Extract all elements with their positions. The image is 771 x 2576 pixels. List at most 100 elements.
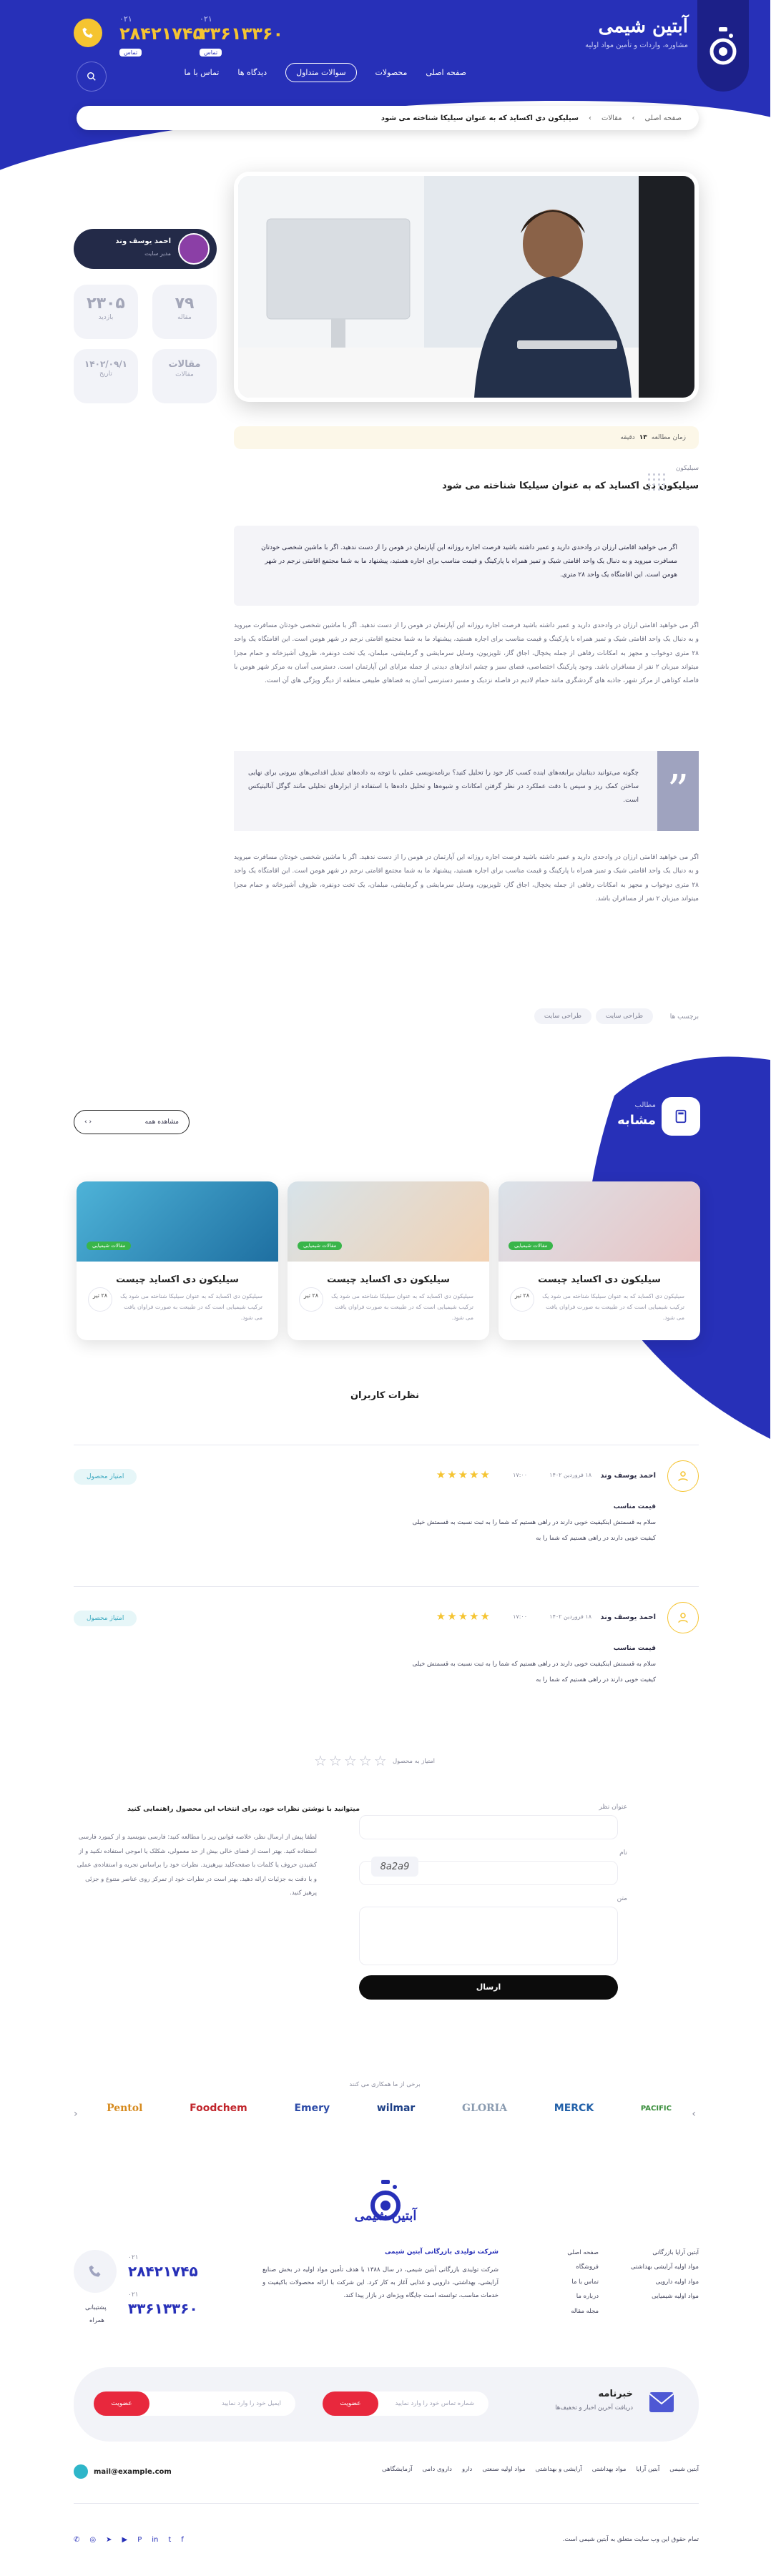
brand-logo[interactable]: Emery: [295, 2103, 330, 2114]
pinterest-icon[interactable]: P: [138, 2536, 142, 2544]
message-textarea[interactable]: [360, 1907, 619, 1965]
nav-item-reviews[interactable]: دیدگاه ها: [238, 68, 267, 77]
footer-support-label: همراه: [90, 2317, 105, 2324]
phone-tag: تماس: [120, 49, 143, 56]
telegram-icon[interactable]: ➤: [107, 2536, 112, 2544]
footer-phone-code: ۰۲۱: [129, 2254, 139, 2261]
comment-heading: قیمت مناسب: [614, 1503, 657, 1510]
brand-logo[interactable]: wilmar: [378, 2103, 416, 2114]
article-card[interactable]: مقالات شیمیایی سیلیکون دی اکساید چیست سی…: [499, 1181, 701, 1340]
phone-code: ۰۲۱: [200, 14, 213, 24]
footer-link[interactable]: مواد اولیه آرایشی بهداشتی: [632, 2260, 699, 2274]
rate-label: امتیاز به محصول: [393, 1758, 436, 1765]
card-title: سیلیکون دی اکساید چیست: [117, 1274, 240, 1285]
user-icon: [679, 1471, 689, 1482]
article-card[interactable]: مقالات شیمیایی سیلیکون دی اکساید چیست سی…: [77, 1181, 279, 1340]
article-card[interactable]: مقالات شیمیایی سیلیکون دی اکساید چیست سی…: [288, 1181, 490, 1340]
product-rating-button[interactable]: امتیاز محصول: [74, 1469, 138, 1485]
header-phone-1[interactable]: ۰۲۱ ۲۸۴۲۱۷۴۵ تماس: [120, 14, 204, 57]
linkedin-icon[interactable]: in: [152, 2536, 159, 2544]
bottom-link[interactable]: مواد اولیه صنعتی: [483, 2466, 526, 2473]
footer-link[interactable]: آبتین آرایا بازرگانی: [632, 2246, 699, 2260]
card-title: سیلیکون دی اکساید چیست: [539, 1274, 662, 1285]
comment-heading: قیمت مناسب: [614, 1645, 657, 1652]
nav-item-contact[interactable]: تماس با ما: [185, 68, 220, 77]
product-rating-button[interactable]: امتیاز محصول: [74, 1611, 138, 1626]
stat-label: بازدید: [99, 314, 114, 321]
divider: [74, 1586, 699, 1587]
breadcrumb-home[interactable]: صفحه اصلی: [646, 114, 682, 122]
brand-logo[interactable]: MERCK: [555, 2103, 594, 2114]
stat-value: ۷۹: [175, 295, 195, 313]
breadcrumb-articles[interactable]: مقالات: [602, 114, 623, 122]
stat-category: مقالات مقالات: [153, 349, 217, 403]
author-card[interactable]: احمد یوسف وند مدیر سایت: [74, 229, 217, 269]
search-button[interactable]: [77, 62, 107, 92]
article-paragraph-1: اگر می خواهید اقامتی ارزان در وادحدی دار…: [235, 622, 699, 685]
footer-link[interactable]: صفحه اصلی: [568, 2246, 599, 2260]
phone-number: ۲۸۴۲۱۷۴۵: [120, 24, 205, 44]
bottom-link[interactable]: داروی دامی: [423, 2466, 453, 2473]
footer-link[interactable]: مجله مقاله: [568, 2304, 599, 2319]
subscribe-button[interactable]: عضویت: [94, 2391, 150, 2416]
footer-link[interactable]: درباره ما: [568, 2289, 599, 2304]
similar-icon-badge: [662, 1097, 701, 1136]
brand-logo[interactable]: Foodchem: [190, 2103, 248, 2114]
footer-link[interactable]: مواد اولیه شیمیایی: [632, 2289, 699, 2304]
logo-title[interactable]: آبتین شیمی: [599, 16, 689, 37]
nav-item-home[interactable]: صفحه اصلی: [426, 68, 467, 77]
comment-avatar: [668, 1460, 699, 1492]
footer-links-col-2: صفحه اصلی فروشگاه تماس با ما درباره ما م…: [568, 2246, 599, 2319]
bottom-link[interactable]: آزمایشگاهی: [383, 2466, 413, 2473]
submit-button[interactable]: ارسال: [360, 1975, 619, 2000]
similar-eyebrow: مطالب: [635, 1101, 657, 1109]
footer-link[interactable]: مواد اولیه دارویی: [632, 2275, 699, 2289]
view-all-button[interactable]: مشاهده همه ‹ ›: [74, 1110, 190, 1134]
logo-badge[interactable]: [698, 0, 750, 92]
bottom-link[interactable]: دارو: [463, 2466, 473, 2473]
footer-phone-number[interactable]: ۲۸۴۲۱۷۴۵: [129, 2263, 199, 2280]
instagram-icon[interactable]: ◎: [90, 2536, 97, 2544]
brands-next-icon[interactable]: ›: [692, 2108, 697, 2120]
nav-item-faq[interactable]: سوالات متداول: [286, 63, 358, 82]
tag-pill[interactable]: طراحی سایت: [534, 1008, 592, 1024]
bottom-link[interactable]: آرایشی و بهداشتی: [536, 2466, 583, 2473]
tag-pill[interactable]: طراحی سایت: [596, 1008, 654, 1024]
title-input[interactable]: [360, 1815, 619, 1839]
brand-logo[interactable]: Pentol: [107, 2103, 143, 2114]
facebook-icon[interactable]: f: [182, 2536, 185, 2544]
social-icons: f t in P ▶ ➤ ◎ ✆: [74, 2536, 185, 2544]
footer-phone-icon: [74, 2250, 117, 2293]
comment-date: ۱۸ فروردین ۱۴۰۲: [550, 1472, 592, 1478]
bottom-link[interactable]: مواد بهداشتی: [593, 2466, 627, 2473]
read-time-value: ۱۳: [639, 434, 648, 441]
copyright: تمام حقوق این وب سایت متعلق به آبتین شیم…: [563, 2536, 699, 2543]
rating-input-stars[interactable]: ☆☆☆☆☆: [315, 1752, 390, 1769]
footer-link[interactable]: فروشگاه: [568, 2260, 599, 2274]
stat-date: ۱۴۰۲/۰۹/۱ تاریخ: [74, 349, 139, 403]
comment-text: سلام به قسمتش اینکیفیت خوبی دارند در راه…: [413, 1661, 657, 1668]
twitter-icon[interactable]: t: [169, 2536, 172, 2544]
article-eyebrow: سیلیکون: [676, 465, 699, 472]
bottom-link[interactable]: آبتین آرایا: [637, 2466, 660, 2473]
read-time-prefix: زمان مطالعه: [652, 434, 687, 441]
youtube-icon[interactable]: ▶: [123, 2536, 129, 2544]
whatsapp-icon[interactable]: ✆: [74, 2536, 80, 2544]
card-category: مقالات شیمیایی: [87, 1242, 132, 1250]
footer-link[interactable]: تماس با ما: [568, 2275, 599, 2289]
footer-email[interactable]: mail@example.com: [74, 2464, 172, 2479]
nav-item-products[interactable]: محصولات: [376, 68, 408, 77]
newsletter-subtitle: دریافت آخرین اخبار و تخفیف‌ها: [556, 2404, 634, 2412]
brand-logo[interactable]: PACIFIC: [642, 2105, 672, 2113]
brand-logo[interactable]: GLORIA: [463, 2103, 508, 2114]
man-at-computer-photo: [239, 176, 695, 398]
header-phone-2[interactable]: ۰۲۱ ۳۳۶۱۳۳۶۰ تماس: [200, 14, 284, 57]
bottom-link[interactable]: آبتین شیمی: [670, 2466, 699, 2473]
card-category: مقالات شیمیایی: [298, 1242, 343, 1250]
brands-prev-icon[interactable]: ‹: [74, 2108, 79, 2120]
article-paragraph-2: اگر می خواهید اقامتی ارزان در وادحدی دار…: [235, 854, 699, 903]
subscribe-button[interactable]: عضویت: [323, 2391, 379, 2416]
footer-phone-number[interactable]: ۳۳۶۱۳۳۶۰: [129, 2300, 199, 2317]
mail-icon: [649, 2391, 675, 2413]
read-time-bar: زمان مطالعه ۱۳ دقیقه: [235, 426, 699, 449]
